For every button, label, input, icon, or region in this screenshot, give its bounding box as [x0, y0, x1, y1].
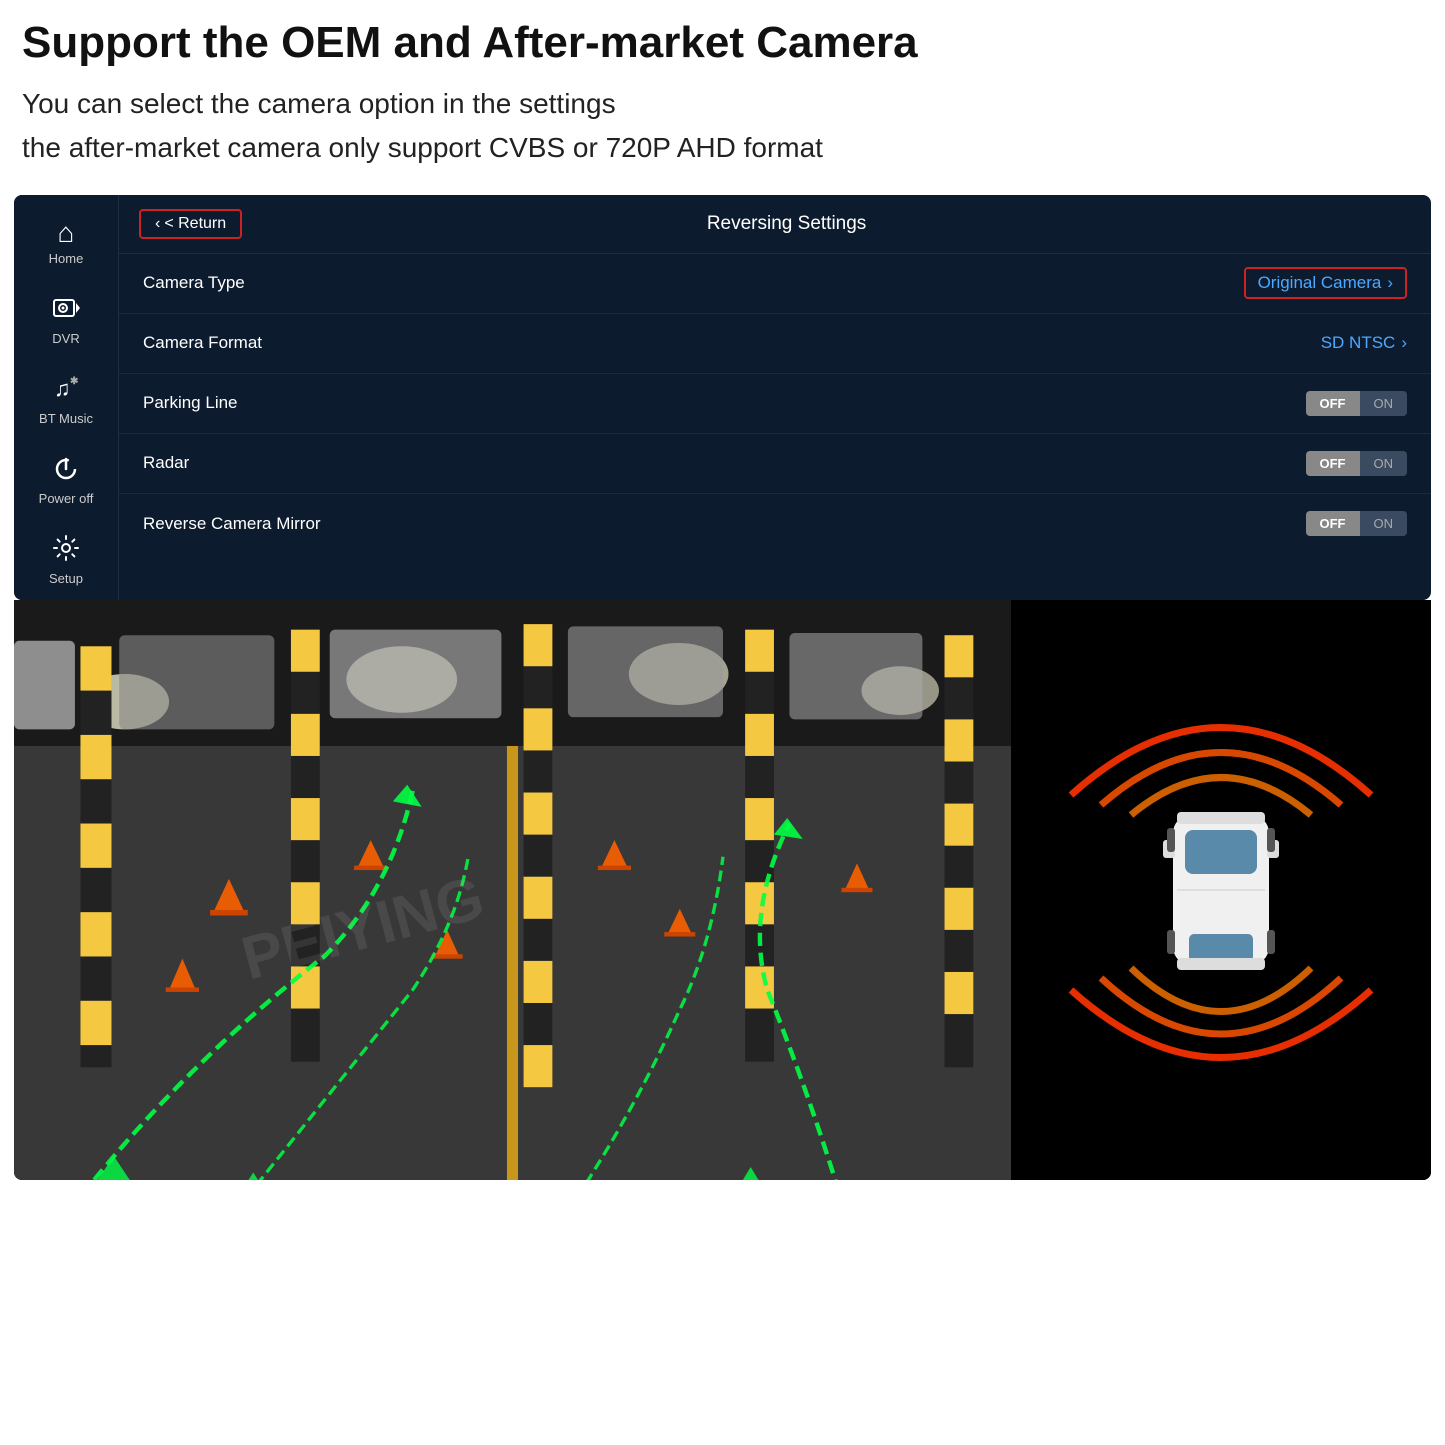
- reverse-mirror-off[interactable]: OFF: [1306, 511, 1360, 536]
- parking-line-toggle[interactable]: OFF ON: [1306, 391, 1408, 416]
- camera-type-text: Original Camera: [1258, 273, 1382, 293]
- page-title: Reversing Settings: [162, 213, 1411, 235]
- sidebar-label-setup: Setup: [49, 571, 83, 586]
- parking-lot-svg: PEIYING: [14, 600, 1011, 1180]
- radar-off[interactable]: OFF: [1306, 451, 1360, 476]
- parking-view: PEIYING: [14, 600, 1011, 1180]
- sidebar: ⌂ Home DVR ♫ ✱ BT Music: [14, 195, 119, 600]
- camera-section: PEIYING: [14, 600, 1431, 1180]
- parking-line-off[interactable]: OFF: [1306, 391, 1360, 416]
- camera-type-value[interactable]: Original Camera ›: [1244, 267, 1407, 299]
- radar-on[interactable]: ON: [1360, 451, 1408, 476]
- home-icon: ⌂: [58, 219, 75, 247]
- settings-row-radar: Radar OFF ON: [119, 434, 1431, 494]
- sidebar-item-power-off[interactable]: Power off: [14, 440, 118, 520]
- reverse-mirror-on[interactable]: ON: [1360, 511, 1408, 536]
- sidebar-item-dvr[interactable]: DVR: [14, 280, 118, 360]
- sidebar-label-power-off: Power off: [39, 491, 94, 506]
- settings-row-reverse-mirror: Reverse Camera Mirror OFF ON: [119, 494, 1431, 554]
- sidebar-label-bt-music: BT Music: [39, 411, 93, 426]
- camera-format-label: Camera Format: [143, 333, 1321, 353]
- svg-text:♫: ♫: [54, 376, 71, 401]
- settings-row-parking-line: Parking Line OFF ON: [119, 374, 1431, 434]
- chevron-right-camera-type: ›: [1387, 273, 1393, 293]
- settings-rows: Camera Type Original Camera › Camera For…: [119, 254, 1431, 600]
- setup-icon: [52, 534, 80, 567]
- sidebar-label-dvr: DVR: [52, 331, 79, 346]
- radar-toggle[interactable]: OFF ON: [1306, 451, 1408, 476]
- settings-row-camera-format[interactable]: Camera Format SD NTSC ›: [119, 314, 1431, 374]
- dvr-icon: [52, 294, 80, 327]
- camera-format-value[interactable]: SD NTSC ›: [1321, 333, 1407, 353]
- top-bar: ‹ < Return Reversing Settings: [119, 195, 1431, 254]
- settings-row-camera-type[interactable]: Camera Type Original Camera ›: [119, 254, 1431, 314]
- main-content: ‹ < Return Reversing Settings Camera Typ…: [119, 195, 1431, 600]
- bt-music-icon: ♫ ✱: [52, 374, 80, 407]
- subtitle-line1: You can select the camera option in the …: [22, 83, 1423, 125]
- parking-line-label: Parking Line: [143, 393, 1306, 413]
- chevron-right-camera-format: ›: [1401, 333, 1407, 353]
- camera-type-label: Camera Type: [143, 273, 1244, 293]
- radar-label: Radar: [143, 453, 1306, 473]
- sidebar-item-setup[interactable]: Setup: [14, 520, 118, 600]
- sidebar-item-home[interactable]: ⌂ Home: [14, 205, 118, 280]
- parking-line-on[interactable]: ON: [1360, 391, 1408, 416]
- chevron-left-icon: ‹: [155, 215, 160, 233]
- header-section: Support the OEM and After-market Camera …: [0, 0, 1445, 181]
- sidebar-label-home: Home: [49, 251, 84, 266]
- reverse-mirror-label: Reverse Camera Mirror: [143, 514, 1306, 534]
- power-off-icon: [52, 454, 80, 487]
- sidebar-item-bt-music[interactable]: ♫ ✱ BT Music: [14, 360, 118, 440]
- radar-svg: [1011, 600, 1431, 1180]
- reverse-mirror-toggle[interactable]: OFF ON: [1306, 511, 1408, 536]
- radar-view: [1011, 600, 1431, 1180]
- subtitle-line2: the after-market camera only support CVB…: [22, 127, 1423, 169]
- svg-text:✱: ✱: [70, 376, 79, 387]
- main-title: Support the OEM and After-market Camera: [22, 18, 1423, 69]
- settings-panel: ⌂ Home DVR ♫ ✱ BT Music: [14, 195, 1431, 600]
- camera-format-text: SD NTSC: [1321, 333, 1396, 353]
